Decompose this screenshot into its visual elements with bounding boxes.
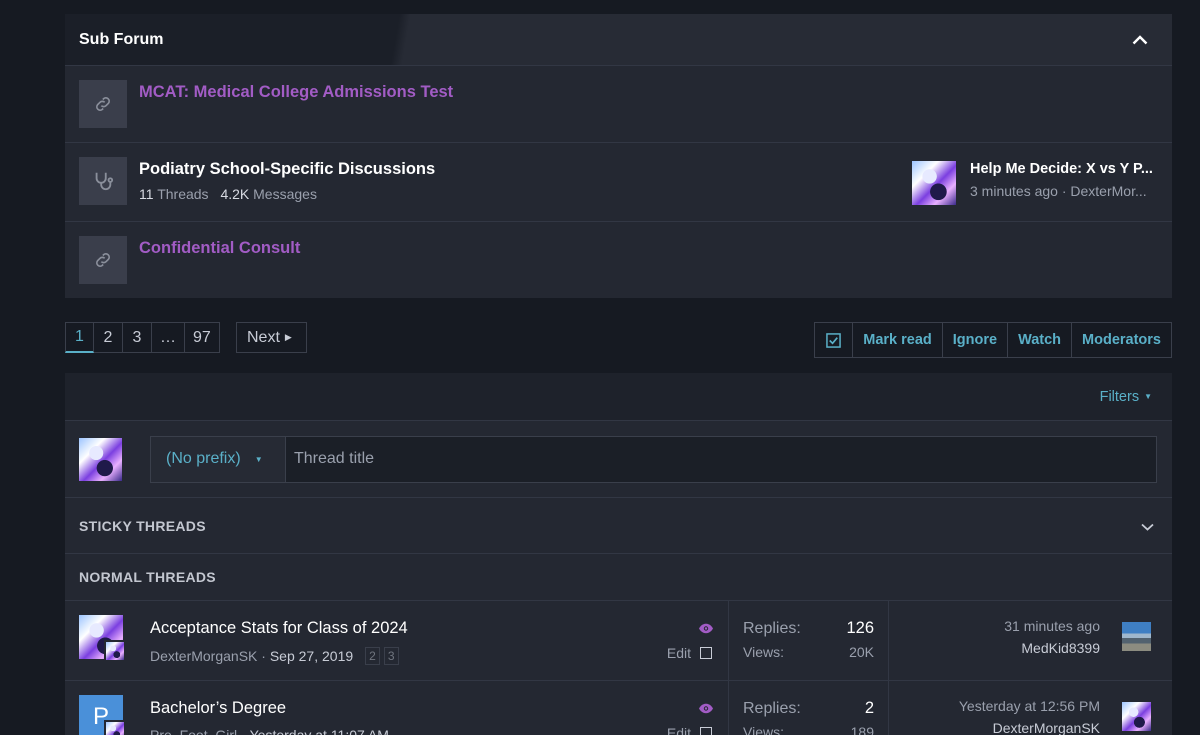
- eye-icon: [698, 701, 714, 719]
- thread-title[interactable]: Bachelor’s Degree: [150, 699, 389, 718]
- filters-button[interactable]: Filters ▼: [1100, 389, 1152, 405]
- threads-label: Threads: [157, 186, 209, 202]
- thread-title[interactable]: Acceptance Stats for Class of 2024: [150, 619, 408, 638]
- quick-thread: (No prefix) ▼: [65, 421, 1172, 498]
- last-post-user[interactable]: MedKid8399: [1004, 640, 1100, 656]
- thread-page-link[interactable]: 2: [365, 647, 380, 665]
- edit-control: Edit: [667, 725, 712, 735]
- thread-author[interactable]: Pre_Foot_Girl: [150, 727, 237, 735]
- page-2[interactable]: 2: [94, 322, 123, 353]
- forum-actions: Mark read Ignore Watch Moderators: [814, 322, 1172, 358]
- replies-label: Replies:: [743, 700, 801, 717]
- messages-label: Messages: [253, 186, 317, 202]
- caret-right-icon: ▶: [284, 332, 292, 342]
- avatar[interactable]: [79, 615, 126, 662]
- thread-list: Filters ▼ (No prefix) ▼ STICKY THREADS NOR…: [65, 373, 1172, 735]
- normal-threads-header: NORMAL THREADS: [65, 554, 1172, 601]
- views-label: Views:: [743, 644, 784, 660]
- moderators-button[interactable]: Moderators: [1071, 323, 1171, 357]
- watch-button[interactable]: Watch: [1007, 323, 1071, 357]
- edit-link[interactable]: Edit: [667, 725, 691, 735]
- thread-last-post: 31 minutes ago MedKid8399: [889, 601, 1172, 680]
- page-1[interactable]: 1: [65, 322, 94, 353]
- replies-count: 126: [846, 619, 874, 637]
- link-icon[interactable]: [79, 236, 127, 284]
- replies-label: Replies:: [743, 620, 801, 637]
- avatar[interactable]: P: [79, 695, 126, 735]
- next-page-button[interactable]: Next ▶: [236, 322, 307, 353]
- thread-stats: Replies: 2 Views: 189: [729, 681, 889, 735]
- edit-link[interactable]: Edit: [667, 645, 691, 661]
- edit-control: Edit: [667, 645, 712, 661]
- caret-down-icon: ▼: [254, 454, 263, 464]
- node-podiatry: Podiatry School-Specific Discussions 11 …: [65, 143, 1172, 222]
- link-icon[interactable]: [79, 80, 127, 128]
- thread-page-link[interactable]: 3: [383, 647, 399, 665]
- thread-last-post: Yesterday at 12:56 PM DexterMorganSK: [889, 681, 1172, 735]
- last-post-time[interactable]: Yesterday at 12:56 PM: [959, 698, 1100, 714]
- subforum-title: Sub Forum: [79, 30, 164, 48]
- checkbox-checked-icon: [826, 332, 842, 348]
- sticky-threads-label: STICKY THREADS: [79, 517, 206, 534]
- select-checkbox-button[interactable]: [815, 323, 852, 357]
- views-count: 20K: [849, 644, 874, 660]
- node-latest-post: Help Me Decide: X vs Y P... 3 minutes ag…: [912, 161, 1154, 205]
- avatar[interactable]: [1122, 702, 1151, 731]
- latest-thread-meta: 3 minutes ago · DexterMor...: [970, 183, 1147, 199]
- stethoscope-icon[interactable]: [79, 157, 127, 205]
- threads-count: 11: [139, 186, 154, 202]
- prefix-label: (No prefix): [166, 450, 241, 467]
- next-label: Next: [247, 328, 280, 346]
- views-label: Views:: [743, 724, 784, 735]
- chevron-down-icon[interactable]: [1141, 518, 1154, 534]
- page-nav-bar: 1 2 3 … 97 Next ▶ Mark read Ignore Watch…: [65, 322, 1172, 358]
- normal-threads-label: NORMAL THREADS: [79, 569, 216, 585]
- avatar[interactable]: [104, 640, 126, 662]
- avatar[interactable]: [912, 161, 956, 205]
- subforum-block: Sub Forum MCAT: Medical College Admissio…: [65, 14, 1172, 298]
- avatar[interactable]: [1122, 622, 1151, 651]
- mark-read-button[interactable]: Mark read: [852, 323, 942, 357]
- filters-bar: Filters ▼: [65, 373, 1172, 421]
- table-row: Acceptance Stats for Class of 2024 Dexte…: [65, 601, 1172, 681]
- select-checkbox[interactable]: [700, 647, 712, 659]
- thread-date[interactable]: Yesterday at 11:07 AM: [250, 727, 389, 735]
- page-ellipsis[interactable]: …: [152, 322, 185, 353]
- thread-date[interactable]: Sep 27, 2019: [270, 648, 353, 664]
- latest-thread-title[interactable]: Help Me Decide: X vs Y P...: [970, 161, 1154, 177]
- chevron-up-icon[interactable]: [1130, 30, 1150, 50]
- filters-label: Filters: [1099, 388, 1140, 405]
- node-link-confidential[interactable]: Confidential Consult: [139, 239, 300, 257]
- eye-icon: [698, 621, 714, 639]
- page-97[interactable]: 97: [185, 322, 220, 353]
- node-confidential: Confidential Consult: [65, 222, 1172, 298]
- quick-thread-form: (No prefix) ▼: [150, 435, 1157, 483]
- table-row: P Bachelor’s Degree Pre_Foot_Girl · Yest…: [65, 681, 1172, 735]
- caret-down-icon: ▼: [1144, 392, 1152, 402]
- pagination: 1 2 3 … 97: [65, 322, 220, 353]
- thread-stats: Replies: 126 Views: 20K: [729, 601, 889, 680]
- node-stats: 11 Threads 4.2K Messages: [139, 186, 435, 202]
- messages-count: 4.2K: [220, 186, 250, 202]
- replies-count: 2: [864, 699, 874, 717]
- thread-author[interactable]: DexterMorganSK: [150, 648, 257, 664]
- ignore-button[interactable]: Ignore: [941, 323, 1007, 357]
- thread-title-input[interactable]: [286, 436, 1156, 482]
- node-title-podiatry[interactable]: Podiatry School-Specific Discussions: [139, 160, 435, 179]
- views-count: 189: [850, 724, 874, 735]
- subforum-header: Sub Forum: [65, 14, 1172, 66]
- last-post-user[interactable]: DexterMorganSK: [959, 720, 1100, 735]
- avatar[interactable]: [79, 437, 122, 481]
- node-mcat: MCAT: Medical College Admissions Test: [65, 66, 1172, 143]
- sticky-threads-header[interactable]: STICKY THREADS: [65, 498, 1172, 554]
- page-3[interactable]: 3: [123, 322, 152, 353]
- node-link-mcat[interactable]: MCAT: Medical College Admissions Test: [139, 83, 453, 101]
- avatar[interactable]: [104, 720, 126, 735]
- last-post-time[interactable]: 31 minutes ago: [1004, 618, 1100, 634]
- prefix-select[interactable]: (No prefix) ▼: [151, 436, 286, 482]
- forum-content: Sub Forum MCAT: Medical College Admissio…: [65, 14, 1172, 735]
- select-checkbox[interactable]: [700, 727, 712, 735]
